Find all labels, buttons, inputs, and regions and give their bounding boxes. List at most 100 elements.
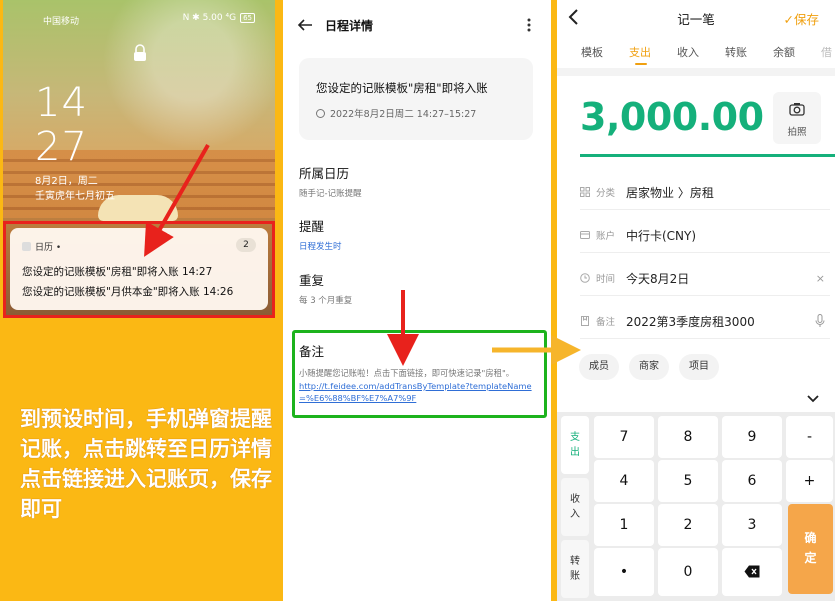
tab-expense[interactable]: 支出 xyxy=(629,44,651,60)
note-field[interactable]: 备注 2022第3季度房租3000 xyxy=(580,308,825,334)
event-card: 您设定的记账模板"房租"即将入账 2022年8月2日周二 14:27–15:27 xyxy=(299,58,533,140)
chip-merchant[interactable]: 商家 xyxy=(629,354,669,380)
notification-count-badge[interactable]: 2 xyxy=(236,238,256,252)
type-income-button[interactable]: 收入 xyxy=(561,478,589,536)
carrier-name: 中国移动 xyxy=(43,17,80,27)
clear-time-icon[interactable]: × xyxy=(816,272,825,285)
save-button[interactable]: ✓保存 xyxy=(784,9,820,28)
instruction-caption: 到预设时间，手机弹窗提醒记账，点击跳转至日历详情点击链接进入记账页，保存即可 xyxy=(20,407,272,521)
field-key: 备注 xyxy=(596,317,616,328)
header-divider xyxy=(557,68,835,76)
confirm-button[interactable]: 确定 xyxy=(788,504,833,594)
repeat-label: 重复 xyxy=(299,273,325,288)
field-value: 今天8月2日 xyxy=(626,271,690,286)
lock-icon xyxy=(134,44,146,61)
field-separator xyxy=(580,252,830,253)
field-separator xyxy=(580,338,830,339)
camera-icon xyxy=(789,103,805,116)
repeat-value: 每 3 个月重复 xyxy=(299,296,353,306)
amount-display[interactable]: 3,000.00 xyxy=(580,95,764,139)
back-arrow-icon[interactable] xyxy=(297,17,313,33)
reminder-value: 日程发生时 xyxy=(299,242,342,252)
notification-app-name: 日历 • xyxy=(35,243,62,253)
field-separator xyxy=(580,209,830,210)
backspace-key[interactable] xyxy=(722,548,782,596)
field-value: 居家物业 〉房租 xyxy=(626,185,714,200)
tab-loan[interactable]: 借 xyxy=(821,44,832,60)
notification-line[interactable]: 您设定的记账模板"房租"即将入账 14:27 xyxy=(22,264,212,279)
clock-hour: 14 xyxy=(35,80,88,126)
number-keypad: 支出 收入 转账 7 8 9 - 4 5 6 + 1 2 3 • 0 确定 xyxy=(557,412,835,601)
key-9[interactable]: 9 xyxy=(722,416,782,458)
backspace-icon xyxy=(744,565,760,578)
add-trans-link[interactable]: http://t.feidee.com/addTransByTemplate?t… xyxy=(299,380,537,404)
status-icons: N ✱ 5.00 ⁴G 65 xyxy=(183,13,255,23)
clock-icon xyxy=(316,108,325,118)
type-expense-button[interactable]: 支出 xyxy=(561,416,589,474)
key-8[interactable]: 8 xyxy=(658,416,718,458)
clock-minute: 27 xyxy=(35,124,88,170)
key-0[interactable]: 0 xyxy=(658,548,718,596)
key-2[interactable]: 2 xyxy=(658,504,718,546)
repeat-section[interactable]: 重复 每 3 个月重复 xyxy=(299,270,352,306)
reminder-section[interactable]: 提醒 日程发生时 xyxy=(299,216,342,252)
account-field[interactable]: 账户 中行卡(CNY) xyxy=(580,222,825,248)
calendar-section[interactable]: 所属日历 随手记-记账提醒 xyxy=(299,163,362,199)
status-bar: 中国移动 N ✱ 5.00 ⁴G 65 xyxy=(3,12,275,28)
note-icon xyxy=(581,316,589,326)
key-minus[interactable]: - xyxy=(786,416,833,458)
note-label: 备注 xyxy=(299,344,325,359)
page-title: 日程详情 xyxy=(325,19,374,33)
field-value: 中行卡(CNY) xyxy=(626,228,697,243)
event-time-text: 2022年8月2日周二 14:27–15:27 xyxy=(330,109,477,120)
field-key: 账户 xyxy=(596,231,616,242)
category-icon xyxy=(580,187,590,197)
chevron-down-icon xyxy=(807,395,819,403)
photo-label: 拍照 xyxy=(787,127,807,138)
key-3[interactable]: 3 xyxy=(722,504,782,546)
notification-line[interactable]: 您设定的记账模板"月供本金"即将入账 14:26 xyxy=(22,284,233,299)
key-4[interactable]: 4 xyxy=(594,460,654,502)
card-icon xyxy=(580,231,590,239)
key-6[interactable]: 6 xyxy=(722,460,782,502)
tab-balance[interactable]: 余额 xyxy=(773,44,795,60)
key-7[interactable]: 7 xyxy=(594,416,654,458)
lock-date: 8月2日，周二 xyxy=(35,176,98,187)
calendar-app-icon xyxy=(22,242,31,251)
field-key: 时间 xyxy=(596,274,616,285)
tab-template[interactable]: 模板 xyxy=(581,44,603,60)
event-time: 2022年8月2日周二 14:27–15:27 xyxy=(316,106,476,120)
lunar-date: 壬寅虎年七月初五 xyxy=(35,191,115,202)
chip-project[interactable]: 项目 xyxy=(679,354,719,380)
field-value: 2022第3季度房租3000 xyxy=(626,314,755,329)
type-transfer-button[interactable]: 转账 xyxy=(561,540,589,598)
clock-icon xyxy=(580,273,590,283)
field-key: 分类 xyxy=(596,188,616,199)
key-plus[interactable]: + xyxy=(786,460,833,502)
chip-member[interactable]: 成员 xyxy=(579,354,619,380)
category-field[interactable]: 分类 居家物业 〉房租 xyxy=(580,179,825,205)
more-options-icon[interactable] xyxy=(527,17,531,33)
battery-icon: 65 xyxy=(240,13,255,23)
type-tabs: 模板 支出 收入 转账 余额 借 xyxy=(557,44,835,66)
calendar-value: 随手记-记账提醒 xyxy=(299,189,362,199)
calendar-notification[interactable]: 日历 • 2 您设定的记账模板"房租"即将入账 14:27 您设定的记账模板"月… xyxy=(10,228,268,310)
lockscreen-panel: 中国移动 N ✱ 5.00 ⁴G 65 14 27 8月2日，周二 壬寅虎年七月… xyxy=(0,0,278,601)
collapse-keypad-button[interactable] xyxy=(791,386,835,412)
notification-app: 日历 • xyxy=(22,240,61,253)
key-5[interactable]: 5 xyxy=(658,460,718,502)
tab-income[interactable]: 收入 xyxy=(677,44,699,60)
signal-icons: N ✱ 5.00 ⁴G xyxy=(182,13,237,23)
save-label: 保存 xyxy=(793,12,819,27)
key-1[interactable]: 1 xyxy=(594,504,654,546)
photo-button[interactable]: 拍照 xyxy=(773,92,821,144)
key-dot[interactable]: • xyxy=(594,548,654,596)
microphone-icon[interactable] xyxy=(815,314,825,328)
active-tab-indicator xyxy=(635,63,647,65)
note-text: 小随提醒您记账啦！点击下面链接，即可快速记录"房租"。 xyxy=(299,368,515,378)
time-field[interactable]: 时间 今天8月2日 × xyxy=(580,265,825,291)
event-name: 您设定的记账模板"房租"即将入账 xyxy=(316,81,488,95)
reminder-label: 提醒 xyxy=(299,219,325,234)
bookkeeping-panel: 记一笔 ✓保存 模板 支出 收入 转账 余额 借 3,000.00 拍照 分类 … xyxy=(557,0,835,601)
tab-transfer[interactable]: 转账 xyxy=(725,44,747,60)
